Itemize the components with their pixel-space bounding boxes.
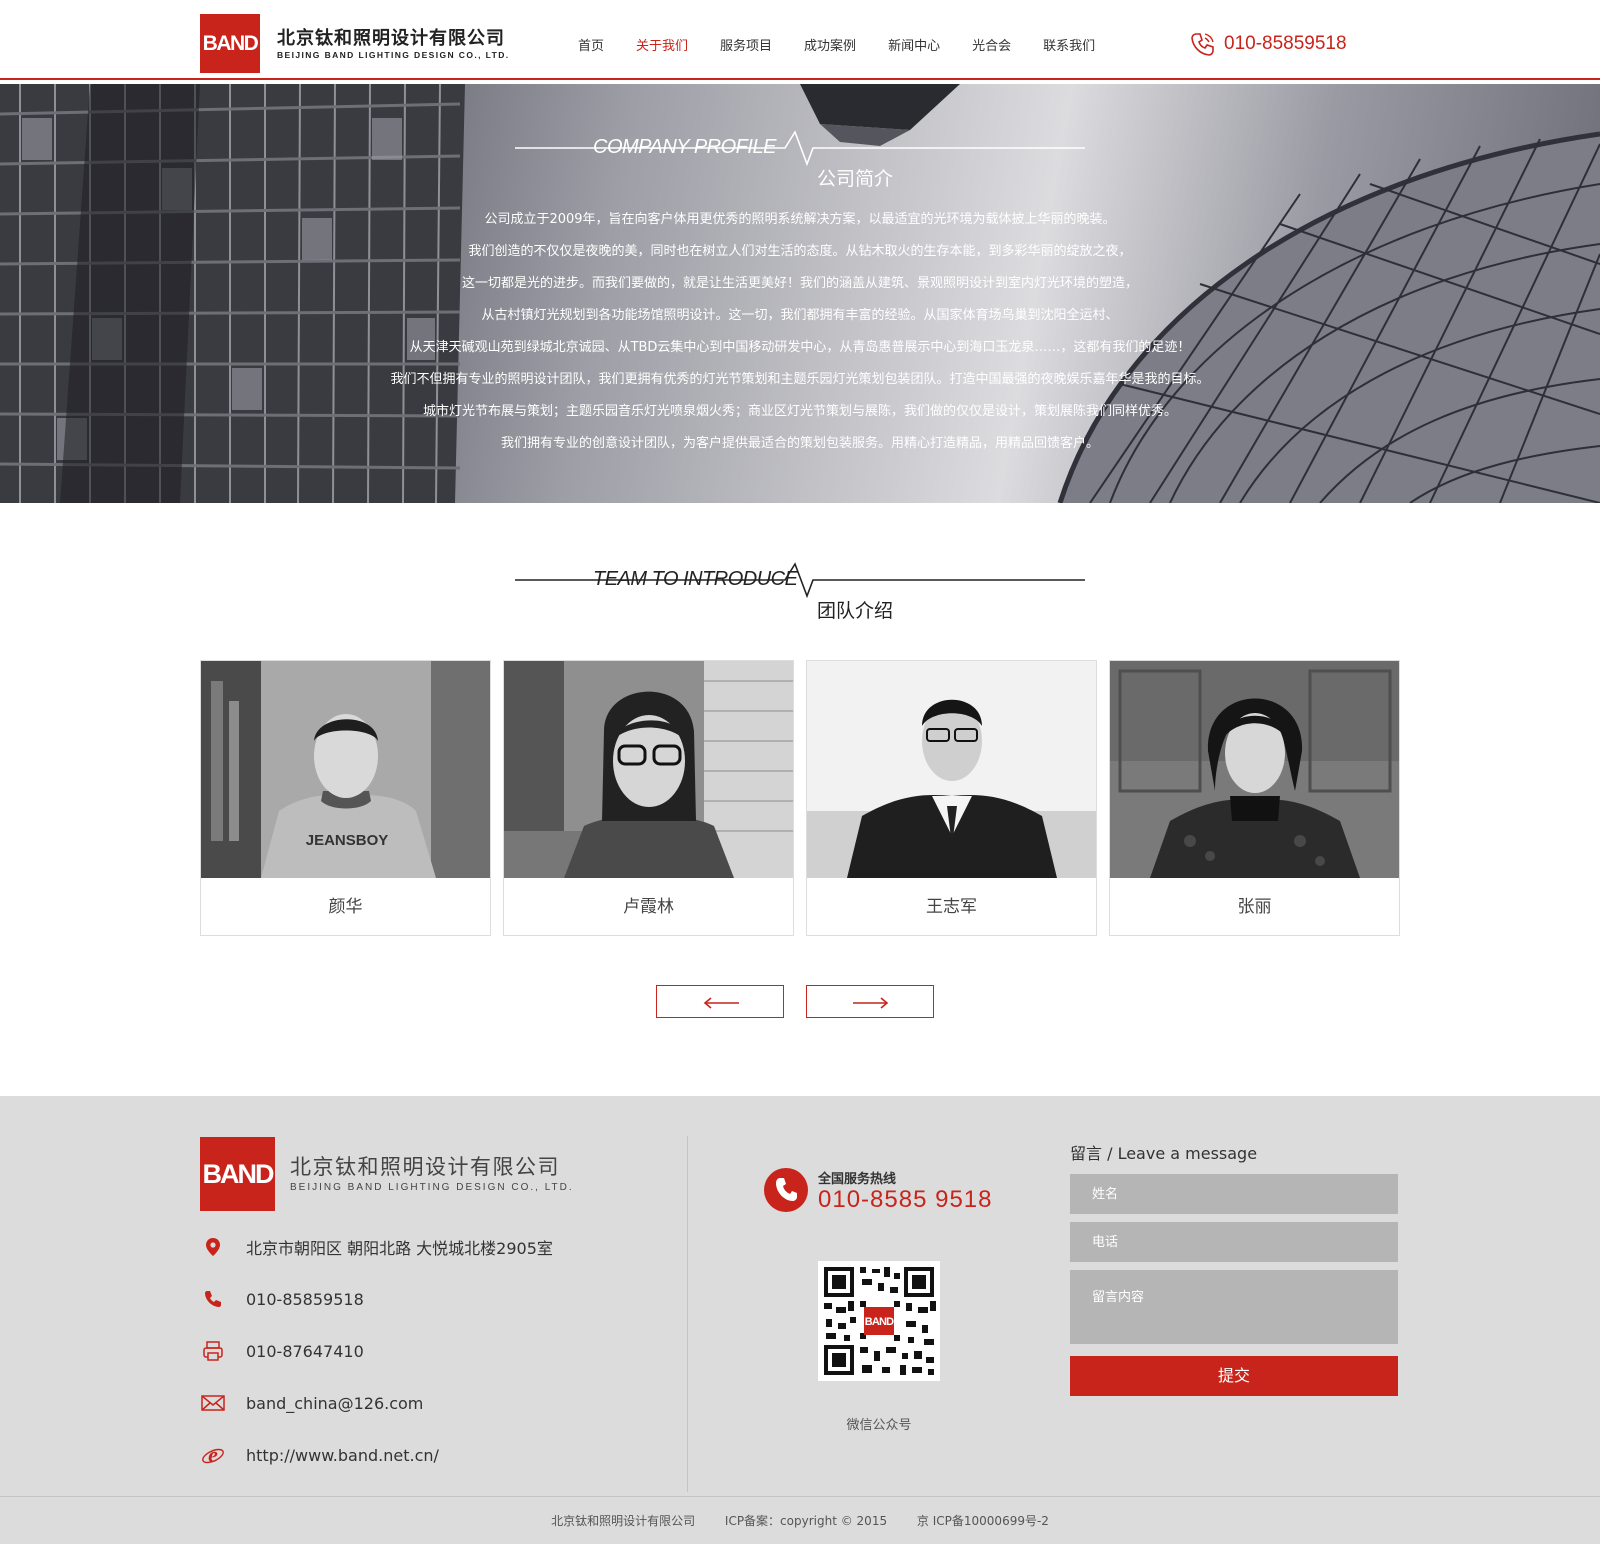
footer-logo[interactable]: BAND: [200, 1137, 275, 1211]
nav-item-cases[interactable]: 成功案例: [804, 35, 856, 54]
qr-logo-text: BAND: [865, 1316, 894, 1328]
message-form-title: 留言 / Leave a message: [1070, 1144, 1258, 1163]
team-card[interactable]: 卢霞林: [503, 660, 794, 936]
submit-button[interactable]: 提交: [1070, 1356, 1398, 1396]
next-button[interactable]: [806, 985, 934, 1018]
intro-line: 公司成立于2009年，旨在向客户体用更优秀的照明系统解决方案，以最适宜的光环境为…: [484, 212, 1116, 227]
fax-printer-icon: [203, 1341, 223, 1361]
contact-phone-text[interactable]: 010-85859518: [246, 1290, 364, 1309]
arrow-left-icon: [703, 997, 739, 1009]
team-title: TEAM TO INTRODUCE 团队介绍: [515, 556, 1085, 626]
footer-icp[interactable]: 京 ICP备10000699号-2: [917, 1514, 1049, 1528]
phone-field[interactable]: [1070, 1222, 1398, 1262]
qr-label: 微信公众号: [846, 1418, 912, 1433]
nav-item-services[interactable]: 服务项目: [720, 35, 772, 54]
shirt-text: JEANSBOY: [306, 832, 389, 849]
mail-icon: [201, 1395, 225, 1411]
intro-line: 我们拥有专业的创意设计团队，为客户提供最适合的策划包装服务。用精心打造精品，用精…: [500, 436, 1099, 451]
team-cards: JEANSBOY 颜华 卢霞林 王志军 张丽: [200, 660, 1400, 936]
arrow-right-icon: [853, 997, 889, 1009]
intro-line: 我们不但拥有专业的照明设计团队，我们更拥有优秀的灯光节策划和主题乐园灯光策划包装…: [390, 372, 1210, 387]
company-name-en: BEIJING BAND LIGHTING DESIGN CO., LTD.: [277, 50, 510, 60]
title-zigzag-line: [515, 130, 1085, 167]
member-photo: JEANSBOY: [201, 661, 490, 878]
intro-line: 这一切都是光的进步。而我们要做的，就是让生活更美好！我们的涵盖从建筑、景观照明设…: [461, 276, 1138, 291]
header-phone[interactable]: 010-85859518: [1190, 31, 1347, 57]
team-title-en: TEAM TO INTRODUCE: [593, 568, 798, 590]
contact-website-text[interactable]: http://www.band.net.cn/: [246, 1446, 439, 1465]
nav-item-home[interactable]: 首页: [578, 35, 604, 54]
member-photo: [504, 661, 793, 878]
contact-address-text: 北京市朝阳区 朝阳北路 大悦城北楼2905室: [246, 1239, 553, 1258]
nav-item-guanghehui[interactable]: 光合会: [972, 35, 1011, 54]
logo[interactable]: BAND: [200, 14, 260, 73]
footer-company: 北京钛和照明设计有限公司: [551, 1514, 696, 1528]
profile-title-cn: 公司简介: [817, 168, 894, 190]
team-title-cn: 团队介绍: [817, 600, 894, 622]
team-card[interactable]: 张丽: [1109, 660, 1400, 936]
phone-icon: [205, 1291, 221, 1307]
phone-icon: [1191, 33, 1214, 56]
footer-company-name-en: BEIJING BAND LIGHTING DESIGN CO., LTD.: [290, 1182, 574, 1193]
contact-fax: 010-87647410: [200, 1338, 364, 1364]
svg-text:e: e: [208, 1443, 218, 1467]
contact-address: 北京市朝阳区 朝阳北路 大悦城北楼2905室: [200, 1234, 553, 1260]
team-card[interactable]: JEANSBOY 颜华: [200, 660, 491, 936]
contact-phone: 010-85859518: [200, 1286, 364, 1312]
intro-line: 从古村镇灯光规划到各功能场馆照明设计。这一切，我们都拥有丰富的经验。从国家体育场…: [481, 308, 1119, 323]
profile-intro-text: 公司成立于2009年，旨在向客户体用更优秀的照明系统解决方案，以最适宜的光环境为…: [0, 204, 1600, 460]
browser-icon: e: [202, 1443, 224, 1467]
team-card[interactable]: 王志军: [806, 660, 1097, 936]
hotline-number: 010-8585 9518: [818, 1186, 993, 1213]
message-content-field[interactable]: [1070, 1270, 1398, 1344]
hotline-label: 全国服务热线: [818, 1172, 897, 1187]
contact-email: band_china@126.com: [200, 1390, 423, 1416]
nav-item-contact[interactable]: 联系我们: [1043, 35, 1095, 54]
member-photo: [1110, 661, 1399, 878]
footer-company-name-cn: 北京钛和照明设计有限公司: [290, 1155, 560, 1179]
wechat-qr-code: BAND: [818, 1261, 940, 1381]
footer-divider: [687, 1136, 688, 1492]
prev-button[interactable]: [656, 985, 784, 1018]
nav-item-about[interactable]: 关于我们: [636, 35, 688, 54]
nav-item-news[interactable]: 新闻中心: [888, 35, 940, 54]
hotline-phone-icon: [764, 1168, 808, 1212]
member-photo: [807, 661, 1096, 878]
profile-title: COMPANY PROFILE 公司简介: [515, 124, 1085, 194]
main-nav: 首页 关于我们 服务项目 成功案例 新闻中心 光合会 联系我们: [578, 35, 1127, 54]
footer-copyright: ICP备案：copyright © 2015: [724, 1514, 888, 1528]
site-header: BAND 北京钛和照明设计有限公司 BEIJING BAND LIGHTING …: [0, 0, 1600, 80]
profile-title-en: COMPANY PROFILE: [593, 136, 776, 158]
intro-line: 从天津天碱观山苑到绿城北京诚园、从TBD云集中心到中国移动研发中心，从青岛惠普展…: [409, 340, 1191, 355]
site-footer: BAND 北京钛和照明设计有限公司 BEIJING BAND LIGHTING …: [0, 1096, 1600, 1544]
company-profile-section: COMPANY PROFILE 公司简介 公司成立于2009年，旨在向客户体用更…: [0, 84, 1600, 503]
contact-email-text[interactable]: band_china@126.com: [246, 1394, 423, 1413]
title-zigzag-line: [515, 562, 1085, 599]
intro-line: 我们创造的不仅仅是夜晚的美，同时也在树立人们对生活的态度。从钻木取火的生存本能，…: [468, 244, 1132, 259]
company-name-cn: 北京钛和照明设计有限公司: [277, 28, 505, 49]
contact-fax-text: 010-87647410: [246, 1341, 364, 1361]
contact-website: e http://www.band.net.cn/: [200, 1442, 439, 1468]
member-name: 张丽: [1237, 897, 1272, 917]
member-name: 颜华: [328, 897, 363, 917]
header-phone-number: 010-85859518: [1224, 33, 1347, 54]
member-name: 王志军: [926, 897, 977, 917]
location-pin-icon: [206, 1238, 220, 1256]
intro-line: 城市灯光节布展与策划；主题乐园音乐灯光喷泉烟火秀；商业区灯光节策划与展陈，我们做…: [422, 404, 1177, 419]
footer-bottom-bar: 北京钛和照明设计有限公司 ICP备案：copyright © 2015 京 IC…: [0, 1496, 1600, 1544]
service-hotline: 全国服务热线 010-8585 9518: [764, 1166, 1014, 1216]
name-field[interactable]: [1070, 1174, 1398, 1214]
member-name: 卢霞林: [623, 897, 674, 917]
